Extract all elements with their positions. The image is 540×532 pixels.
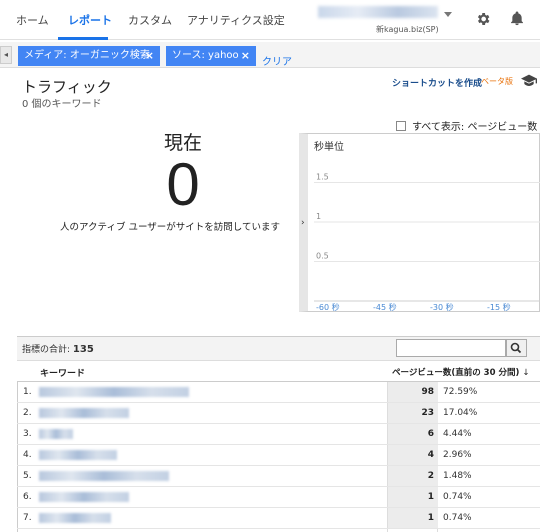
keyword-redacted[interactable] bbox=[39, 471, 169, 481]
keyword-redacted[interactable] bbox=[39, 408, 129, 418]
nav-home[interactable]: ホーム bbox=[16, 12, 49, 28]
table-row[interactable]: 1. 98 72.59% bbox=[17, 382, 540, 403]
row-index: 3. bbox=[23, 429, 32, 439]
table-row[interactable]: 7. 1 0.74% bbox=[17, 508, 540, 529]
keyword-redacted[interactable] bbox=[39, 513, 111, 523]
chart-y-tick: 1.5 bbox=[316, 173, 329, 182]
nav-admin[interactable]: アナリティクス設定 bbox=[187, 12, 285, 28]
row-index: 4. bbox=[23, 450, 32, 460]
chevron-right-icon[interactable]: › bbox=[301, 218, 305, 228]
column-header-pageviews-label: ページビュー数(直前の 30 分間) bbox=[392, 368, 520, 378]
pageview-value: 1 bbox=[427, 492, 434, 502]
keyword-redacted[interactable] bbox=[39, 492, 129, 502]
account-property[interactable]: 新kagua.biz(SP) bbox=[376, 24, 439, 35]
nav-reports[interactable]: レポート bbox=[68, 12, 112, 28]
segment-chip-medium[interactable]: メディア: オーガニック検索 × bbox=[18, 46, 160, 66]
close-icon[interactable]: × bbox=[145, 46, 154, 66]
table-search-input[interactable] bbox=[396, 339, 506, 357]
metric-total-value: 135 bbox=[72, 344, 94, 355]
segment-chip-label: メディア: オーガニック検索 bbox=[24, 50, 150, 61]
sort-arrow-icon: ↓ bbox=[522, 368, 530, 378]
pageview-value: 98 bbox=[421, 387, 434, 397]
pageview-value: 23 bbox=[421, 408, 434, 418]
column-header-pageviews[interactable]: ページビュー数(直前の 30 分間) ↓ bbox=[392, 366, 529, 378]
create-shortcut-link[interactable]: ショートカットを作成 bbox=[392, 76, 482, 89]
pageview-value: 6 bbox=[427, 429, 434, 439]
row-index: 5. bbox=[23, 471, 32, 481]
pageview-value: 2 bbox=[427, 471, 434, 481]
table-row[interactable]: 3. 6 4.44% bbox=[17, 424, 540, 445]
clear-segments-link[interactable]: クリア bbox=[262, 53, 292, 68]
keyword-redacted[interactable] bbox=[39, 429, 73, 439]
pageview-percent: 2.96% bbox=[443, 450, 472, 460]
chart-y-tick: 0.5 bbox=[316, 252, 329, 261]
pageview-value: 4 bbox=[427, 450, 434, 460]
pageview-value: 1 bbox=[427, 513, 434, 523]
pageview-percent: 0.74% bbox=[443, 513, 472, 523]
show-all-checkbox[interactable] bbox=[396, 121, 406, 131]
nav-active-indicator bbox=[58, 37, 108, 40]
pageview-percent: 1.48% bbox=[443, 471, 472, 481]
table-row[interactable]: 6. 1 0.74% bbox=[17, 487, 540, 508]
segment-chip-label: ソース: yahoo bbox=[172, 50, 239, 61]
bell-icon[interactable] bbox=[509, 10, 525, 27]
keyword-redacted[interactable] bbox=[39, 450, 117, 460]
chart-x-tick: -30 秒 bbox=[430, 302, 454, 312]
chart-x-tick: -15 秒 bbox=[487, 302, 511, 312]
graduation-cap-icon[interactable] bbox=[521, 74, 537, 86]
account-name-redacted[interactable] bbox=[318, 6, 438, 18]
beta-badge: ベータ版 bbox=[481, 77, 513, 86]
gear-icon[interactable] bbox=[475, 11, 491, 27]
active-users-text: 人のアクティブ ユーザーがサイトを訪問しています bbox=[59, 222, 280, 233]
table-row[interactable]: 2. 23 17.04% bbox=[17, 403, 540, 424]
pageview-percent: 72.59% bbox=[443, 387, 478, 397]
search-icon bbox=[510, 342, 522, 354]
chart-x-tick: -60 秒 bbox=[316, 302, 340, 312]
row-index: 1. bbox=[23, 387, 32, 397]
page-title: トラフィック bbox=[22, 78, 112, 96]
search-button[interactable] bbox=[506, 339, 527, 357]
row-index: 2. bbox=[23, 408, 32, 418]
chart-x-tick: -45 秒 bbox=[373, 302, 397, 312]
collapse-sidebar-button[interactable]: ◂ bbox=[0, 46, 12, 64]
show-all-toggle[interactable]: すべて表示: ページビュー数 bbox=[396, 118, 537, 133]
metric-total-label: 指標の合計: bbox=[22, 345, 71, 355]
keyword-count: 0 個のキーワード bbox=[22, 99, 102, 110]
column-header-keyword[interactable]: キーワード bbox=[40, 366, 85, 379]
pageview-percent: 4.44% bbox=[443, 429, 472, 439]
show-all-label: すべて表示: ページビュー数 bbox=[412, 122, 538, 133]
active-users-count: 0 bbox=[166, 151, 200, 218]
nav-custom[interactable]: カスタム bbox=[128, 12, 172, 28]
pageview-percent: 17.04% bbox=[443, 408, 478, 418]
close-icon[interactable]: × bbox=[241, 46, 250, 66]
chart-y-tick: 1 bbox=[316, 212, 321, 221]
row-index: 6. bbox=[23, 492, 32, 502]
metric-total: 指標の合計: 135 bbox=[22, 342, 94, 355]
chart-plot: 1.5 1 0.5 -60 秒 -45 秒 -30 秒 -15 秒 bbox=[314, 173, 540, 312]
keyword-redacted[interactable] bbox=[39, 387, 189, 397]
table-row[interactable]: 5. 2 1.48% bbox=[17, 466, 540, 487]
table-row[interactable]: 4. 4 2.96% bbox=[17, 445, 540, 466]
row-index: 7. bbox=[23, 513, 32, 523]
chevron-down-icon[interactable] bbox=[444, 12, 452, 17]
segment-chip-source[interactable]: ソース: yahoo × bbox=[166, 46, 256, 66]
pageview-percent: 0.74% bbox=[443, 492, 472, 502]
